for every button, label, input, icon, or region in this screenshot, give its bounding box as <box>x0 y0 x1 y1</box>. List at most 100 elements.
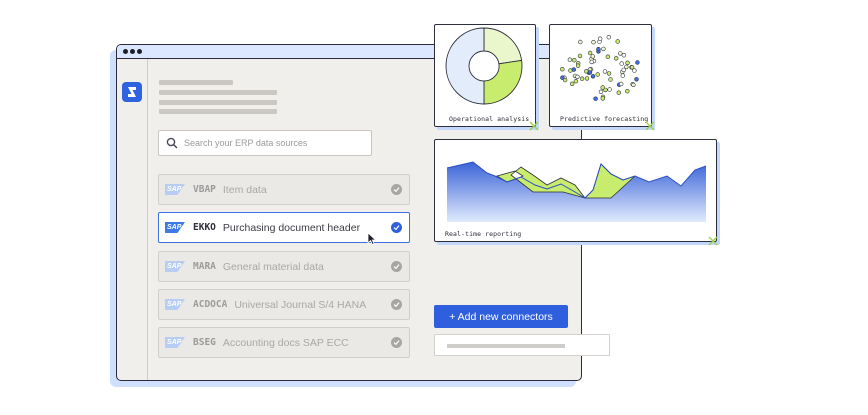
scatter-dot <box>584 76 590 81</box>
scatter-dot <box>572 57 577 63</box>
window-control-dot[interactable] <box>123 49 128 54</box>
scatter-dot <box>579 76 585 81</box>
resize-icon[interactable] <box>708 236 718 246</box>
data-source-row-acdoca[interactable]: SAP ACDOCA Universal Journal S/4 HANA <box>158 289 410 320</box>
data-source-name: Purchasing document header <box>222 221 361 234</box>
scatter-dot <box>605 54 611 59</box>
check-icon <box>391 261 402 272</box>
search-box[interactable] <box>158 130 372 156</box>
scatter-dot <box>629 65 635 70</box>
scatter-dot <box>567 57 573 62</box>
scatter-dot <box>587 50 593 56</box>
add-new-connectors-button[interactable]: + Add new connectors <box>434 305 568 328</box>
scatter-dot <box>635 60 640 65</box>
scatter-dot <box>573 78 579 84</box>
scatter-plot-graphic <box>560 35 640 101</box>
scatter-dot <box>631 82 636 87</box>
scatter-dot <box>615 39 620 44</box>
scatter-dot <box>593 96 598 101</box>
scatter-dot <box>577 53 583 59</box>
connector-input-field[interactable] <box>434 334 610 356</box>
data-source-code: BSEG <box>193 337 216 348</box>
header-placeholder-line <box>159 109 277 114</box>
scatter-dot <box>602 69 608 74</box>
scatter-dot <box>560 66 565 72</box>
scatter-dot <box>618 51 623 56</box>
scatter-dot <box>600 85 605 90</box>
data-source-code: EKKO <box>193 222 216 233</box>
data-source-row-vbap[interactable]: SAP VBAP Item data <box>158 174 410 205</box>
scatter-dot <box>591 40 596 45</box>
header-placeholder-line <box>159 80 233 85</box>
app-logo-glyph <box>128 87 136 97</box>
scatter-dot <box>600 96 605 101</box>
scatter-dot <box>570 81 575 86</box>
sidebar <box>117 59 148 380</box>
scatter-dot <box>621 67 626 73</box>
sap-logo-icon: SAP <box>165 222 185 233</box>
scatter-dot <box>601 46 606 52</box>
scatter-dot <box>620 73 626 78</box>
data-source-name: General material data <box>222 260 324 273</box>
area-chart-graphic <box>446 161 707 222</box>
window-control-dot[interactable] <box>130 49 135 54</box>
scatter-dot <box>590 74 596 79</box>
window-control-dot[interactable] <box>137 49 142 54</box>
input-placeholder-bar <box>447 344 565 348</box>
data-source-row-bseg[interactable]: SAP BSEG Accounting docs SAP ECC <box>158 327 410 358</box>
header-placeholder-line <box>159 90 277 95</box>
scatter-dot <box>590 54 595 59</box>
app-logo-icon[interactable] <box>122 82 142 102</box>
scatter-dot <box>606 35 611 40</box>
header-placeholder-line <box>159 100 277 105</box>
sap-logo-icon: SAP <box>165 299 185 310</box>
card-label: Operational analysis <box>449 115 530 123</box>
scatter-dot <box>562 77 568 83</box>
real-time-reporting-card[interactable]: Real-time reporting <box>434 139 718 246</box>
scatter-dot <box>595 72 600 77</box>
scatter-dot <box>597 36 603 41</box>
scatter-dot <box>619 61 624 66</box>
search-icon <box>166 137 178 149</box>
scatter-dot <box>613 56 619 61</box>
sap-logo-icon: SAP <box>165 261 185 272</box>
card-label: Real-time reporting <box>445 230 522 238</box>
check-icon <box>391 184 402 195</box>
donut-chart-graphic <box>445 27 523 105</box>
scatter-dot <box>621 53 627 58</box>
scatter-dot <box>587 70 593 75</box>
data-source-name: Item data <box>222 183 267 196</box>
data-source-row-mara[interactable]: SAP MARA General material data <box>158 251 410 282</box>
resize-icon[interactable] <box>645 121 655 131</box>
check-icon <box>391 299 402 310</box>
scatter-dot <box>575 63 581 68</box>
operational-analysis-card[interactable]: Operational analysis <box>434 24 539 131</box>
scatter-dot <box>634 77 639 82</box>
resize-icon[interactable] <box>529 121 539 131</box>
sap-logo-icon: SAP <box>165 184 185 195</box>
scatter-dot <box>625 88 630 94</box>
scatter-dot <box>625 60 630 65</box>
data-source-code: VBAP <box>193 184 216 195</box>
scatter-dot <box>606 71 612 76</box>
scatter-dot <box>589 59 594 65</box>
data-source-code: ACDOCA <box>193 299 228 310</box>
scatter-dot <box>596 47 601 52</box>
check-icon <box>391 337 402 348</box>
data-source-name: Accounting docs SAP ECC <box>222 336 349 349</box>
predictive-forecasting-card[interactable]: Predictive forecasting <box>549 24 655 131</box>
scatter-dot <box>598 89 604 95</box>
cursor-icon <box>367 232 377 246</box>
scatter-dot <box>575 74 580 79</box>
scatter-dot <box>607 87 612 92</box>
scatter-dot <box>571 67 576 72</box>
check-icon <box>391 222 402 233</box>
sap-logo-icon: SAP <box>165 337 185 348</box>
scatter-dot <box>616 90 622 95</box>
data-source-code: MARA <box>193 261 216 272</box>
data-source-name: Universal Journal S/4 HANA <box>234 298 367 311</box>
search-input[interactable] <box>184 138 364 148</box>
scatter-dot <box>578 39 583 45</box>
scatter-dot <box>584 69 589 74</box>
scatter-dot <box>608 77 613 82</box>
